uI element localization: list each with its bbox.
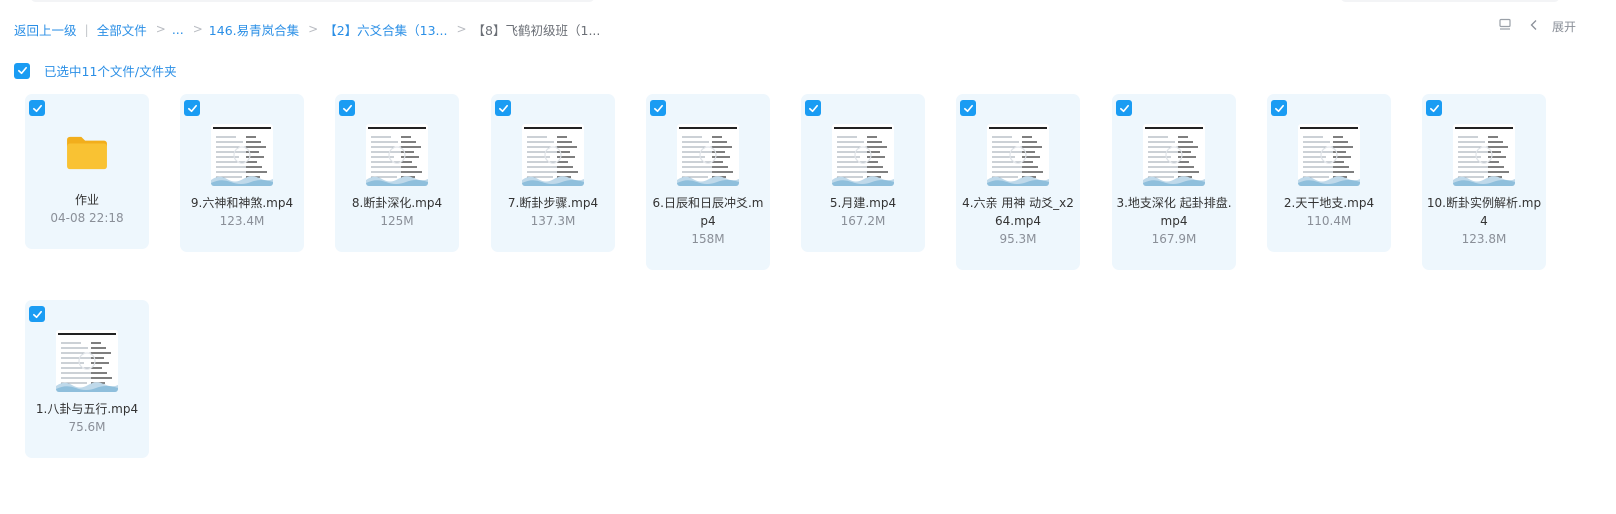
breadcrumb-arrow-icon: >	[308, 22, 319, 36]
file-name[interactable]: 4.六亲 用神 动爻_x264.mp4	[960, 194, 1076, 230]
file-size: 123.8M	[1461, 232, 1507, 246]
breadcrumb-arrow-icon: >	[155, 22, 166, 36]
video-thumbnail	[1453, 124, 1515, 186]
item-checkbox[interactable]	[184, 100, 200, 116]
file-name[interactable]: 3.地支深化 起卦排盘.mp4	[1116, 194, 1232, 230]
expand-label: 展开	[1551, 20, 1576, 34]
chevron-left-icon	[1530, 19, 1538, 34]
checkmark-icon	[808, 104, 818, 112]
view-tools: 展开	[1498, 18, 1576, 35]
breadcrumb-arrow-icon: >	[192, 22, 203, 36]
checkmark-icon	[32, 104, 42, 112]
folder-icon	[63, 134, 111, 172]
file-name[interactable]: 作业	[29, 191, 145, 209]
item-checkbox[interactable]	[1426, 100, 1442, 116]
breadcrumb-item-146[interactable]: 146.易青岚合集	[209, 20, 299, 39]
selection-count-label: 已选中11个文件/文件夹	[44, 64, 177, 79]
file-size: 158M	[691, 232, 725, 246]
file-size: 110.4M	[1306, 214, 1352, 228]
file-name[interactable]: 10.断卦实例解析.mp4	[1426, 194, 1542, 230]
file-card[interactable]: 2.天干地支.mp4 110.4M	[1267, 94, 1391, 252]
file-size: 95.3M	[999, 232, 1037, 246]
top-search-area	[0, 0, 1616, 8]
checkmark-icon	[32, 310, 42, 318]
file-card[interactable]: 4.六亲 用神 动爻_x264.mp4 95.3M	[956, 94, 1080, 270]
item-checkbox[interactable]	[495, 100, 511, 116]
breadcrumb: 返回上一级 | 全部文件 > ... > 146.易青岚合集 > 【2】六爻合集…	[14, 19, 600, 39]
item-checkbox[interactable]	[29, 100, 45, 116]
file-name[interactable]: 5.月建.mp4	[805, 194, 921, 212]
item-checkbox[interactable]	[960, 100, 976, 116]
item-checkbox[interactable]	[1271, 100, 1287, 116]
select-all-checkbox[interactable]	[14, 62, 30, 79]
file-name[interactable]: 2.天干地支.mp4	[1271, 194, 1387, 212]
back-link[interactable]: 返回上一级	[14, 20, 77, 39]
list-view-icon[interactable]	[1498, 18, 1512, 35]
item-checkbox[interactable]	[339, 100, 355, 116]
file-name[interactable]: 9.六神和神煞.mp4	[184, 194, 300, 212]
checkmark-icon	[17, 66, 27, 75]
checkmark-icon	[498, 104, 508, 112]
breadcrumb-item-all-files[interactable]: 全部文件	[97, 20, 147, 39]
file-card[interactable]: 6.日辰和日辰冲爻.mp4 158M	[646, 94, 770, 270]
breadcrumb-arrow-icon: >	[456, 22, 467, 36]
file-size: 75.6M	[68, 420, 106, 434]
item-checkbox[interactable]	[805, 100, 821, 116]
file-size: 125M	[380, 214, 414, 228]
item-checkbox[interactable]	[29, 306, 45, 322]
file-card[interactable]: 1.八卦与五行.mp4 75.6M	[25, 300, 149, 458]
video-thumbnail	[1143, 124, 1205, 186]
breadcrumb-item-liuyao[interactable]: 【2】六爻合集（13...	[324, 20, 447, 39]
checkmark-icon	[1119, 104, 1129, 112]
checkmark-icon	[653, 104, 663, 112]
folder-card[interactable]: 作业 04-08 22:18	[25, 94, 149, 249]
file-card[interactable]: 10.断卦实例解析.mp4 123.8M	[1422, 94, 1546, 270]
file-size: 137.3M	[530, 214, 576, 228]
file-name[interactable]: 6.日辰和日辰冲爻.mp4	[650, 194, 766, 230]
item-checkbox[interactable]	[1116, 100, 1132, 116]
file-card[interactable]: 8.断卦深化.mp4 125M	[335, 94, 459, 252]
file-card[interactable]: 5.月建.mp4 167.2M	[801, 94, 925, 252]
breadcrumb-item-ellipsis[interactable]: ...	[172, 22, 184, 37]
search-bar-edge-right[interactable]	[1340, 0, 1560, 2]
checkmark-icon	[1274, 104, 1284, 112]
file-size: 167.2M	[840, 214, 886, 228]
item-checkbox[interactable]	[650, 100, 666, 116]
video-thumbnail	[211, 124, 273, 186]
checkmark-icon	[187, 104, 197, 112]
file-card[interactable]: 3.地支深化 起卦排盘.mp4 167.9M	[1112, 94, 1236, 270]
checkmark-icon	[1429, 104, 1439, 112]
checkmark-icon	[342, 104, 352, 112]
video-thumbnail	[366, 124, 428, 186]
search-bar-edge[interactable]	[30, 0, 595, 2]
video-thumbnail	[1298, 124, 1360, 186]
checkmark-icon	[963, 104, 973, 112]
video-thumbnail	[987, 124, 1049, 186]
file-size: 123.4M	[219, 214, 265, 228]
breadcrumb-separator: |	[84, 21, 89, 37]
modified-time: 04-08 22:18	[50, 211, 124, 225]
video-thumbnail	[832, 124, 894, 186]
select-all-row: 已选中11个文件/文件夹	[14, 61, 177, 80]
file-name[interactable]: 1.八卦与五行.mp4	[29, 400, 145, 418]
video-thumbnail	[56, 330, 118, 392]
expand-toggle[interactable]: 展开	[1530, 18, 1576, 35]
video-thumbnail	[522, 124, 584, 186]
file-card[interactable]: 9.六神和神煞.mp4 123.4M	[180, 94, 304, 252]
file-name[interactable]: 7.断卦步骤.mp4	[495, 194, 611, 212]
file-name[interactable]: 8.断卦深化.mp4	[339, 194, 455, 212]
video-thumbnail	[677, 124, 739, 186]
breadcrumb-item-current: 【8】飞鹤初级班（1...	[472, 22, 601, 38]
file-card[interactable]: 7.断卦步骤.mp4 137.3M	[491, 94, 615, 252]
file-size: 167.9M	[1151, 232, 1197, 246]
